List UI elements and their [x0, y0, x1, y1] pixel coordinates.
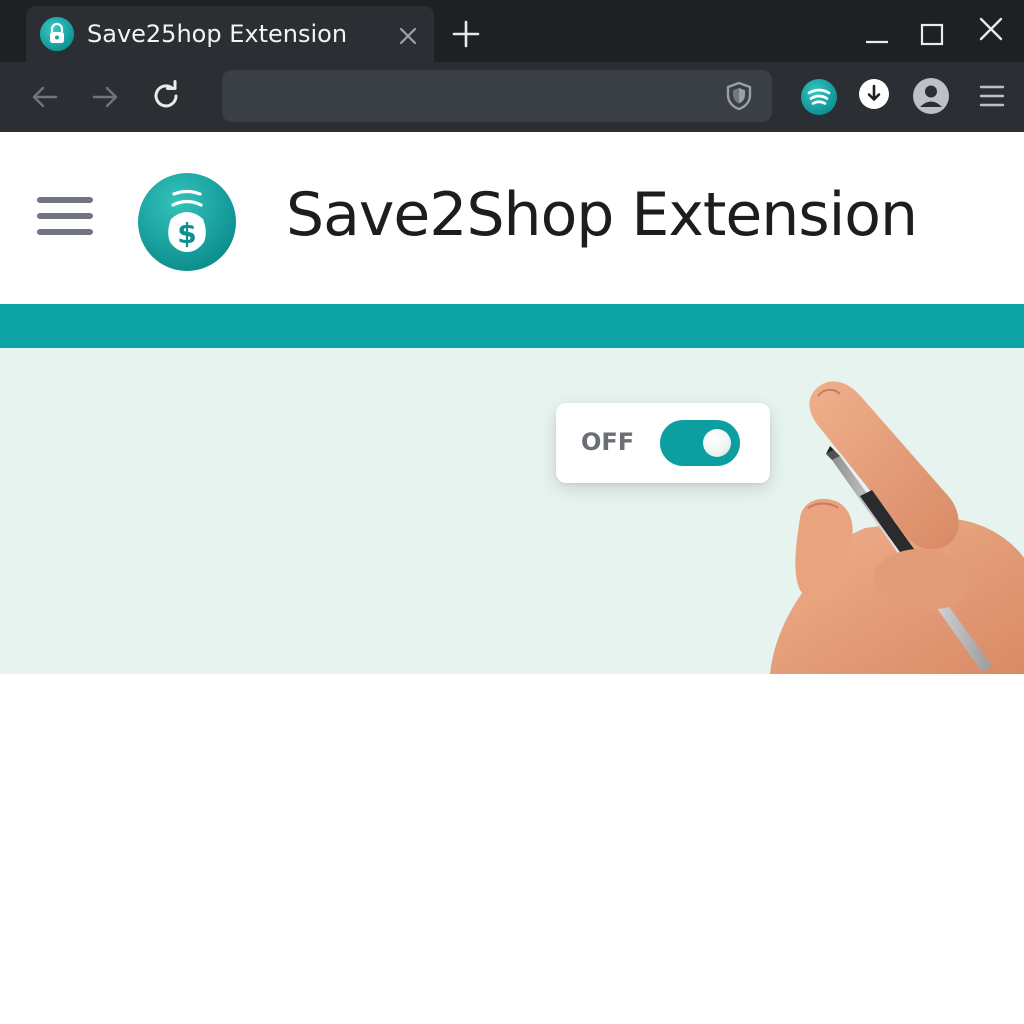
save2shop-extension-icon[interactable]: [800, 78, 838, 116]
toggle-state-label: OFF: [581, 428, 635, 456]
browser-tab-strip: Save25hop Extension: [0, 0, 1024, 62]
accent-bar: [0, 304, 1024, 348]
tab-close-icon[interactable]: [398, 26, 418, 46]
back-arrow-icon[interactable]: [28, 80, 62, 114]
tab-title: Save25hop Extension: [87, 20, 348, 48]
page-title: Save2Shop Extension: [286, 180, 918, 250]
close-icon[interactable]: [978, 16, 1004, 42]
padlock-icon: [40, 17, 74, 51]
toggle-knob[interactable]: [703, 429, 731, 457]
page-content-area: [0, 674, 1024, 1024]
money-bag-dollar-icon: $: [138, 173, 236, 271]
maximize-icon[interactable]: [919, 22, 945, 48]
address-bar-input[interactable]: [222, 70, 772, 122]
browser-toolbar: [0, 62, 1024, 132]
hero-panel: OFF: [0, 348, 1024, 674]
active-tab[interactable]: Save25hop Extension: [26, 6, 434, 62]
download-icon[interactable]: [858, 78, 890, 110]
extension-toggle-switch[interactable]: [660, 420, 740, 466]
new-tab-plus-icon[interactable]: [452, 20, 480, 48]
hand-holding-pen-image: [770, 381, 1024, 674]
svg-text:$: $: [177, 217, 196, 250]
reload-icon[interactable]: [148, 78, 184, 114]
forward-arrow-icon[interactable]: [88, 80, 122, 114]
shield-icon[interactable]: [724, 80, 754, 112]
extension-toggle-card: OFF: [556, 403, 770, 483]
menu-icon[interactable]: [978, 82, 1006, 110]
profile-icon[interactable]: [912, 77, 950, 115]
hamburger-icon[interactable]: [36, 192, 94, 240]
page-header: $ Save2Shop Extension: [0, 132, 1024, 304]
minimize-icon[interactable]: [864, 22, 890, 48]
